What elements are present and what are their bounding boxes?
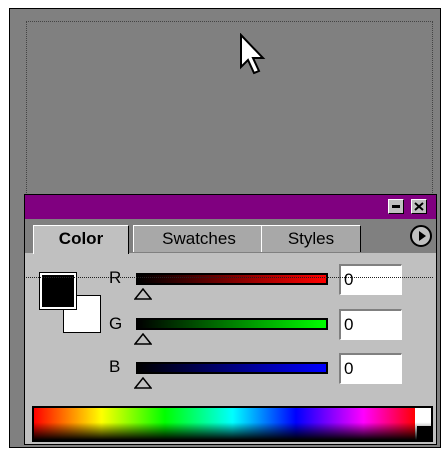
slider-thumb-icon[interactable]	[134, 288, 152, 300]
close-icon[interactable]	[411, 199, 427, 214]
blue-slider[interactable]	[136, 362, 328, 374]
tab-bar: Color Swatches Styles	[25, 219, 436, 254]
tab-swatches[interactable]: Swatches	[133, 225, 265, 252]
color-panel: Color Swatches Styles R 0 G 0 B 0	[24, 194, 437, 445]
green-slider[interactable]	[136, 318, 328, 330]
red-slider[interactable]	[136, 273, 328, 285]
black-corner-swatch[interactable]	[417, 426, 431, 440]
channel-label-b: B	[109, 357, 121, 376]
foreground-color-swatch[interactable]	[39, 272, 77, 310]
selection-marquee-top	[26, 21, 433, 22]
minimize-icon[interactable]	[388, 199, 404, 214]
panel-menu-icon[interactable]	[410, 225, 432, 247]
red-value-input[interactable]: 0	[339, 264, 402, 295]
arrow-cursor-icon	[240, 33, 266, 75]
channel-label-r: R	[109, 268, 122, 287]
selection-marquee-bottom	[26, 277, 433, 278]
green-value-input[interactable]: 0	[339, 309, 402, 340]
color-spectrum-bar[interactable]	[32, 406, 433, 442]
slider-thumb-icon[interactable]	[134, 333, 152, 345]
panel-titlebar[interactable]	[25, 195, 436, 219]
slider-thumb-icon[interactable]	[134, 377, 152, 389]
channel-label-g: G	[109, 314, 123, 333]
tab-color[interactable]: Color	[33, 225, 129, 254]
tab-styles[interactable]: Styles	[261, 225, 361, 252]
blue-value-input[interactable]: 0	[339, 353, 402, 384]
